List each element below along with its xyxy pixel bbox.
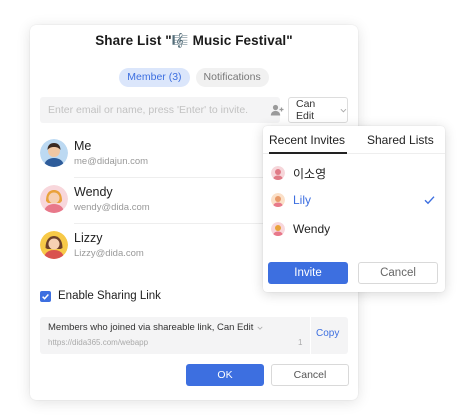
member-name: Wendy xyxy=(74,185,113,199)
avatar xyxy=(271,193,285,207)
divider xyxy=(74,223,295,224)
permission-value: Can Edit xyxy=(296,98,316,122)
tab-notifications[interactable]: Notifications xyxy=(195,68,269,87)
dialog-title: Share List "🎼 Music Festival" xyxy=(30,33,358,49)
member-row[interactable]: Wendy wendy@dida.com xyxy=(40,185,295,229)
dialog-tabs: Member (3) Notifications xyxy=(30,68,358,87)
recent-invite-item[interactable]: 이소영 xyxy=(271,163,437,183)
member-name: Lizzy xyxy=(74,231,103,245)
chevron-down-icon xyxy=(340,108,347,112)
active-tab-indicator xyxy=(269,152,347,154)
recent-invite-item[interactable]: Lily xyxy=(271,190,437,210)
member-name: Me xyxy=(74,139,92,153)
member-row[interactable]: Me me@didajun.com xyxy=(40,139,295,183)
tab-recent-invites[interactable]: Recent Invites xyxy=(269,133,345,147)
checkmark-icon xyxy=(424,196,435,205)
member-email: me@didajun.com xyxy=(74,156,149,167)
invite-email-input[interactable] xyxy=(40,97,280,123)
contacts-icon[interactable] xyxy=(270,103,284,117)
invitee-name: Wendy xyxy=(293,222,331,236)
music-note-icon: 🎼 xyxy=(171,33,189,48)
cancel-button[interactable]: Cancel xyxy=(271,364,349,386)
recent-invite-item[interactable]: Wendy xyxy=(271,219,437,239)
title-list-name: Music Festival xyxy=(192,33,287,48)
link-description: Members who joined via shareable link, C… xyxy=(48,322,254,333)
popover-cancel-button[interactable]: Cancel xyxy=(358,262,438,284)
invite-popover: Recent Invites Shared Lists 이소영 Lily Wen… xyxy=(263,126,445,292)
avatar xyxy=(40,139,68,167)
avatar xyxy=(40,231,68,259)
link-permission-select[interactable]: Members who joined via shareable link, C… xyxy=(48,322,263,333)
share-link-box: Members who joined via shareable link, C… xyxy=(40,317,348,354)
invite-row: Can Edit xyxy=(40,97,348,123)
chevron-down-icon xyxy=(257,326,263,330)
permission-select[interactable]: Can Edit xyxy=(288,97,348,123)
sharing-label: Enable Sharing Link xyxy=(58,290,161,302)
popover-tabs: Recent Invites Shared Lists xyxy=(263,126,445,154)
share-link-url: https://dida365.com/webapp xyxy=(48,338,149,347)
ok-button[interactable]: OK xyxy=(186,364,264,386)
copy-button[interactable]: Copy xyxy=(316,328,339,339)
avatar xyxy=(40,185,68,213)
invitee-name: Lily xyxy=(293,193,312,207)
tab-shared-lists[interactable]: Shared Lists xyxy=(367,133,434,147)
title-prefix: Share List " xyxy=(95,33,172,48)
avatar xyxy=(271,166,285,180)
enable-sharing-link[interactable]: Enable Sharing Link xyxy=(40,290,161,302)
sharing-checkbox[interactable] xyxy=(40,290,51,302)
member-row[interactable]: Lizzy Lizzy@dida.com xyxy=(40,231,265,275)
member-email: Lizzy@dida.com xyxy=(74,248,144,259)
avatar xyxy=(271,222,285,236)
link-count: 1 xyxy=(298,338,303,347)
divider xyxy=(310,317,311,354)
title-suffix: " xyxy=(286,33,293,48)
invite-button[interactable]: Invite xyxy=(268,262,348,284)
member-email: wendy@dida.com xyxy=(74,202,150,213)
invitee-name: 이소영 xyxy=(293,166,327,181)
check-icon xyxy=(42,293,49,300)
tab-member[interactable]: Member (3) xyxy=(119,68,190,87)
divider xyxy=(74,177,295,178)
